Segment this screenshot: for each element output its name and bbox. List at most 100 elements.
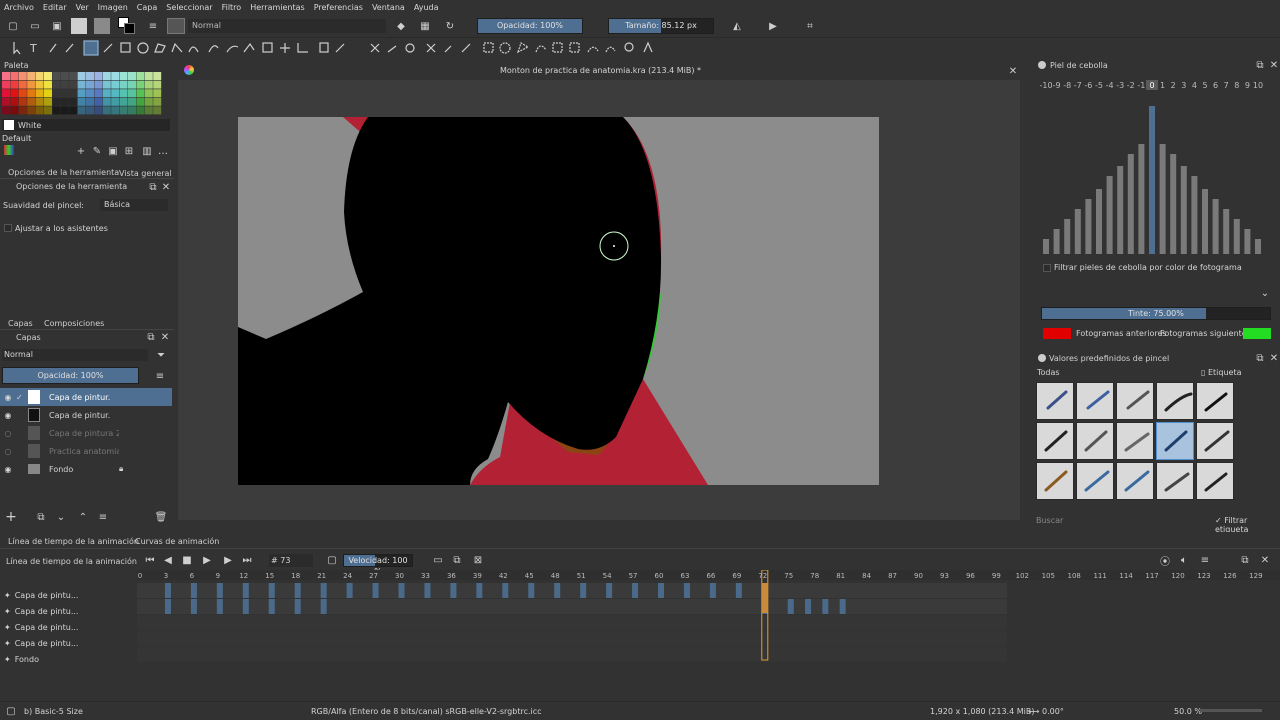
- delete-color-icon[interactable]: ▥: [140, 144, 154, 158]
- wrap-around-icon[interactable]: ⌗: [803, 19, 817, 33]
- layer-menu-icon[interactable]: ≡: [153, 369, 167, 383]
- reload-icon[interactable]: ↻: [443, 19, 457, 33]
- menu-seleccionar[interactable]: Seleccionar: [166, 3, 212, 12]
- play-icon[interactable]: ▶: [200, 553, 214, 567]
- layer-row[interactable]: ◉ ✓ Capa de pintur...: [0, 388, 172, 406]
- next-frames-color[interactable]: [1243, 328, 1271, 339]
- add-color-icon[interactable]: +: [74, 144, 88, 158]
- tab-layers[interactable]: Capas: [8, 319, 33, 328]
- hidden-icon[interactable]: ○: [0, 447, 16, 456]
- layer-row[interactable]: ◉ Fondo 🔒︎: [0, 460, 172, 478]
- layer-row[interactable]: ◉ Capa de pintur...: [0, 406, 172, 424]
- audio-icon[interactable]: 🔈︎: [1177, 553, 1191, 567]
- float-layers-icon[interactable]: ⧉: [144, 330, 158, 344]
- move-up-icon[interactable]: ⌃: [76, 510, 90, 524]
- eraser-icon[interactable]: ◆: [394, 19, 408, 33]
- duplicate-keyframe-icon[interactable]: ⧉: [450, 553, 464, 567]
- size-slider[interactable]: Tamaño: 85.12 px: [608, 18, 714, 34]
- frame-number-field[interactable]: # 73: [269, 554, 313, 567]
- layer-opacity-slider[interactable]: Opacidad: 100%: [2, 367, 139, 384]
- filter-onion-checkbox[interactable]: [1043, 264, 1051, 272]
- prev-frame-icon[interactable]: ◀: [161, 553, 175, 567]
- menu-preferencias[interactable]: Preferencias: [314, 3, 363, 12]
- blend-mode-select[interactable]: Normal: [188, 19, 386, 33]
- preset-filter-select[interactable]: Todas: [1035, 367, 1195, 379]
- gradient-swatch[interactable]: [71, 18, 87, 34]
- close-document-icon[interactable]: ✕: [1006, 64, 1020, 78]
- timeline-frames[interactable]: 0 3 6 9 12 15 18 21 24 27 30 33 36 39 42 45 48 51 54 57 60 63…: [0, 570, 1280, 700]
- menu-archivo[interactable]: Archivo: [4, 3, 34, 12]
- last-frame-icon[interactable]: ⏭: [240, 553, 254, 567]
- timeline-layer-row[interactable]: ✦ Capa de pintu...: [0, 603, 137, 619]
- palette-icon[interactable]: [4, 145, 14, 155]
- tool-icons[interactable]: T: [0, 38, 660, 58]
- canvas-image[interactable]: [238, 117, 879, 485]
- delete-layer-icon[interactable]: 🗑︎: [154, 510, 168, 524]
- swap-colors-icon[interactable]: ≡: [146, 19, 160, 33]
- pattern-swatch[interactable]: [94, 18, 110, 34]
- onion-skin-toggle-icon[interactable]: ⦿: [1158, 553, 1172, 568]
- open-document-icon[interactable]: ▭: [28, 19, 42, 33]
- menu-herramientas[interactable]: Herramientas: [250, 3, 305, 12]
- tab-animation-curves[interactable]: Curvas de animación: [135, 537, 219, 546]
- smoothing-select[interactable]: Básica: [100, 199, 168, 211]
- close-panel-icon[interactable]: ✕: [159, 180, 173, 194]
- hidden-icon[interactable]: ○: [0, 429, 16, 438]
- menu-capa[interactable]: Capa: [137, 3, 157, 12]
- edit-color-icon[interactable]: ✎: [90, 144, 104, 158]
- alpha-lock-icon[interactable]: ▦: [418, 19, 432, 33]
- layer-properties-icon[interactable]: ≡: [96, 510, 110, 524]
- visibility-icon[interactable]: ◉: [0, 393, 16, 402]
- move-down-icon[interactable]: ⌄: [54, 510, 68, 524]
- float-onion-icon[interactable]: ⧉: [1253, 58, 1267, 72]
- menu-filtro[interactable]: Filtro: [222, 3, 242, 12]
- layer-row[interactable]: ○ Practica anatomia ...: [0, 442, 172, 460]
- visibility-icon[interactable]: ◉: [0, 465, 16, 474]
- zoom-status[interactable]: 50.0 %: [1174, 707, 1202, 716]
- tab-tool-options[interactable]: Opciones de la herramienta: [8, 168, 119, 177]
- float-presets-icon[interactable]: ⧉: [1253, 351, 1267, 365]
- menu-ventana[interactable]: Ventana: [372, 3, 405, 12]
- color-name-field[interactable]: White: [2, 119, 170, 131]
- close-layers-icon[interactable]: ✕: [158, 330, 172, 344]
- add-layer-icon[interactable]: +: [4, 509, 18, 525]
- mirror-vertical-icon[interactable]: ▶: [766, 19, 780, 33]
- visibility-icon[interactable]: ◉: [0, 411, 16, 420]
- save-palette-icon[interactable]: ▣: [106, 144, 120, 158]
- tab-compositions[interactable]: Composiciones: [44, 319, 104, 328]
- first-frame-icon[interactable]: ⏮: [143, 553, 157, 567]
- mirror-horizontal-icon[interactable]: ◭: [730, 19, 744, 33]
- timeline-menu-icon[interactable]: ≡: [1198, 553, 1212, 567]
- brush-preset-icon[interactable]: [167, 18, 185, 34]
- duplicate-layer-icon[interactable]: ⧉: [34, 510, 48, 524]
- float-timeline-icon[interactable]: ⧉: [1238, 553, 1252, 567]
- save-icon[interactable]: ▣: [50, 19, 64, 33]
- preset-search-input[interactable]: Buscar: [1036, 516, 1063, 525]
- chevron-down-icon[interactable]: ⌄: [1258, 286, 1272, 300]
- zoom-slider[interactable]: [1200, 709, 1262, 712]
- rotation-status[interactable]: ⟷ 0.00°: [1028, 707, 1064, 716]
- keyframe-icon[interactable]: ▢: [325, 553, 339, 567]
- close-onion-icon[interactable]: ✕: [1267, 58, 1280, 72]
- menu-ver[interactable]: Ver: [76, 3, 89, 12]
- tab-overview[interactable]: Vista general: [119, 169, 172, 178]
- timeline-layer-row[interactable]: ✦ Fondo: [0, 651, 137, 667]
- tag-select[interactable]: ▯ Etiqueta: [1201, 367, 1261, 379]
- menu-editar[interactable]: Editar: [43, 3, 67, 12]
- tab-animation-timeline[interactable]: Línea de tiempo de la animación: [8, 537, 139, 546]
- close-presets-icon[interactable]: ✕: [1267, 351, 1280, 365]
- timeline-layer-row[interactable]: ✦ Capa de pintu...: [0, 635, 137, 651]
- canvas-viewport[interactable]: [178, 80, 1020, 520]
- timeline-layer-row[interactable]: ✦ Capa de pintu...: [0, 619, 137, 635]
- onion-skin-bars[interactable]: -10 -9 -8 -7 -6 -5 -4 -3 -2 -1 0 1 2 3 4 5 6 7 8 9 10: [1040, 78, 1270, 258]
- menu-ayuda[interactable]: Ayuda: [414, 3, 439, 12]
- layer-blend-select[interactable]: Normal: [2, 349, 148, 361]
- new-document-icon[interactable]: ▢: [6, 19, 20, 33]
- grid-icon[interactable]: ⊞: [122, 144, 136, 158]
- layer-row[interactable]: ○ Capa de pintura 2: [0, 424, 172, 442]
- menu-imagen[interactable]: Imagen: [98, 3, 128, 12]
- add-keyframe-icon[interactable]: ▭: [431, 553, 445, 567]
- timeline-layer-row[interactable]: ✦ Capa de pintu...: [0, 587, 137, 603]
- opacity-slider[interactable]: Opacidad: 100%: [477, 18, 583, 34]
- assistants-checkbox[interactable]: [4, 224, 12, 232]
